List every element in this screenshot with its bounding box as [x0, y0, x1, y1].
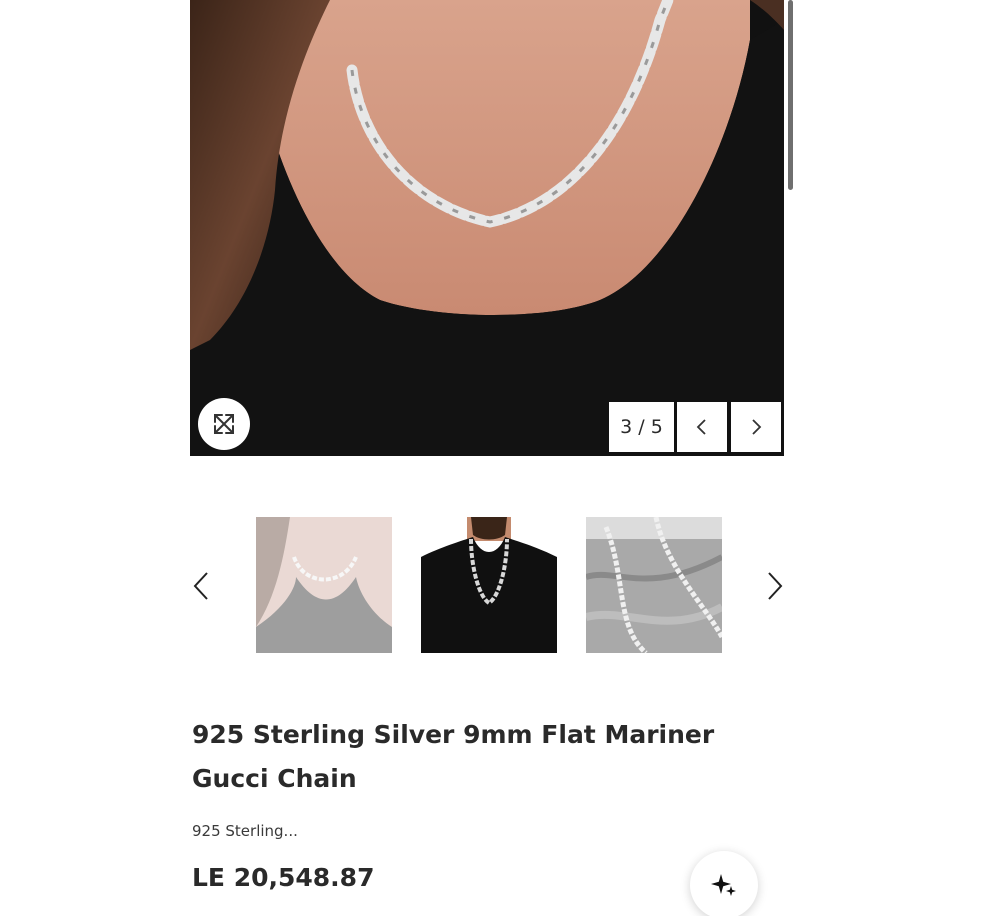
- chevron-left-icon: [696, 419, 706, 435]
- thumbnails-prev-button[interactable]: [186, 566, 216, 606]
- chevron-right-icon: [752, 419, 762, 435]
- product-title: 925 Sterling Silver 9mm Flat Mariner Guc…: [192, 720, 715, 793]
- next-image-button[interactable]: [731, 402, 781, 452]
- ai-assistant-button[interactable]: [690, 851, 758, 916]
- zoom-button[interactable]: [198, 398, 250, 450]
- main-image-illustration: [190, 0, 784, 456]
- chevron-left-icon: [193, 572, 208, 600]
- product-page: 3 / 5 925 Sterling Silver 9mm Flat Marin…: [0, 0, 1000, 916]
- image-counter: 3 / 5: [609, 402, 674, 452]
- sparkles-icon: [711, 874, 736, 896]
- product-price: LE 20,548.87: [192, 863, 375, 892]
- thumbnail-chain-on-marble[interactable]: [586, 517, 722, 653]
- thumbnail-2-image: [421, 517, 557, 653]
- chevron-right-icon: [768, 572, 783, 600]
- main-product-image[interactable]: [190, 0, 784, 456]
- thumbnail-1-image: [256, 517, 392, 653]
- thumbnail-3-image: [586, 517, 722, 653]
- thumbnail-man-wearing-chain[interactable]: [421, 517, 557, 653]
- scrollbar[interactable]: [788, 0, 793, 190]
- expand-icon: [214, 414, 234, 434]
- thumbnail-woman-wearing-chain[interactable]: [256, 517, 392, 653]
- previous-image-button[interactable]: [677, 402, 727, 452]
- product-subtitle: 925 Sterling...: [192, 822, 298, 840]
- thumbnails-next-button[interactable]: [760, 566, 790, 606]
